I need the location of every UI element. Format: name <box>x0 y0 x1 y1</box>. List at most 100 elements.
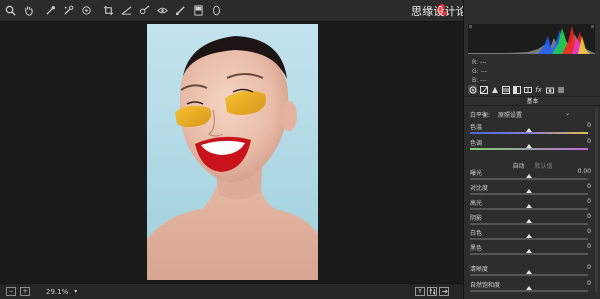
presets-tab-icon[interactable] <box>556 85 565 94</box>
red-eye-icon[interactable] <box>156 4 169 17</box>
effects-tab-icon[interactable]: fx <box>534 85 543 94</box>
slider-vibrance[interactable]: 自然饱和度 0 <box>470 280 595 296</box>
slider-tint[interactable]: 色调 0 <box>470 138 595 154</box>
slider-thumb[interactable] <box>526 189 532 193</box>
view-buttons: Y <box>413 287 449 296</box>
slider-label: 对比度 <box>470 185 489 192</box>
adjustment-panel: R: --- G: --- B: --- fx 基本 白平衡: 原照设置 ⌄ 色… <box>463 0 600 299</box>
portrait-image <box>147 24 318 280</box>
slider-temperature[interactable]: 色温 0 <box>470 122 595 138</box>
slider-thumb[interactable] <box>526 249 532 253</box>
tone-curve-tab-icon[interactable] <box>479 85 488 94</box>
slider-label: 阴影 <box>470 215 483 222</box>
slider-thumb[interactable] <box>526 219 532 223</box>
slider-value[interactable]: 0 <box>587 183 591 190</box>
slider-thumb[interactable] <box>526 270 532 274</box>
panel-tabs: fx <box>464 84 600 95</box>
graduated-filter-icon[interactable] <box>192 4 205 17</box>
slider-label: 自然饱和度 <box>470 282 501 289</box>
slider-value[interactable]: 0 <box>587 138 591 145</box>
slider-whites[interactable]: 白色 0 <box>470 228 595 244</box>
lens-corrections-tab-icon[interactable] <box>523 85 532 94</box>
camera-calibration-tab-icon[interactable] <box>545 85 554 94</box>
color-sampler-icon[interactable] <box>62 4 75 17</box>
slider-value[interactable]: 0 <box>587 243 591 250</box>
slider-track[interactable] <box>470 253 588 255</box>
slider-thumb[interactable] <box>526 174 532 178</box>
slider-clarity[interactable]: 清晰度 0 <box>470 264 595 280</box>
slider-highlights[interactable]: 高光 0 <box>470 198 595 214</box>
slider-track[interactable] <box>470 208 588 210</box>
straighten-icon[interactable] <box>120 4 133 17</box>
slider-label: 黑色 <box>470 245 483 252</box>
white-balance-label: 白平衡: <box>470 112 491 119</box>
copy-settings-button[interactable] <box>439 287 449 296</box>
slider-track[interactable] <box>470 274 588 276</box>
slider-track[interactable] <box>470 148 588 150</box>
crop-icon[interactable] <box>102 4 115 17</box>
hand-icon[interactable] <box>22 4 35 17</box>
basic-tab-icon[interactable] <box>468 85 477 94</box>
image-canvas[interactable] <box>0 22 463 283</box>
detail-tab-icon[interactable] <box>490 85 499 94</box>
slider-value[interactable]: 0 <box>587 198 591 205</box>
slider-track[interactable] <box>470 223 588 225</box>
slider-value[interactable]: 0 <box>587 264 591 271</box>
white-balance-icon[interactable] <box>44 4 57 17</box>
slider-label: 色调 <box>470 140 483 147</box>
slider-label: 高光 <box>470 200 483 207</box>
highlight-clip-icon[interactable] <box>591 25 594 28</box>
slider-track[interactable] <box>470 178 588 180</box>
hsl-tab-icon[interactable] <box>501 85 510 94</box>
white-balance-value: 原照设置 <box>498 112 523 119</box>
g-value: G: --- <box>472 68 488 75</box>
slider-track[interactable] <box>470 193 588 195</box>
chevron-down-icon: ⌄ <box>565 110 571 117</box>
chevron-down-icon[interactable]: ▾ <box>74 288 77 295</box>
slider-value[interactable]: 0 <box>587 122 591 129</box>
spot-removal-icon[interactable] <box>138 4 151 17</box>
slider-contrast[interactable]: 对比度 0 <box>470 183 595 199</box>
slider-track[interactable] <box>470 132 588 134</box>
slider-value[interactable]: 0 <box>587 213 591 220</box>
slider-thumb[interactable] <box>526 128 532 132</box>
slider-blacks[interactable]: 黑色 0 <box>470 243 595 259</box>
zoom-level[interactable]: 29.1% <box>46 288 68 296</box>
before-after-y-button[interactable]: Y <box>415 287 425 296</box>
status-bar: − + 29.1% ▾ Y <box>0 283 463 299</box>
section-title-basic: 基本 <box>464 96 600 106</box>
slider-label: 白色 <box>470 230 483 237</box>
camera-raw-window: 思缘设计论坛 www.missyuan.com <box>0 0 600 299</box>
default-button[interactable]: 默认值 <box>534 163 552 170</box>
auto-button[interactable]: 自动 <box>513 163 525 170</box>
r-value: R: --- <box>472 59 487 66</box>
split-toning-tab-icon[interactable] <box>512 85 521 94</box>
adjustment-brush-icon[interactable] <box>174 4 187 17</box>
slider-track[interactable] <box>470 238 588 240</box>
histogram <box>468 24 595 54</box>
shadow-clip-icon[interactable] <box>469 25 472 28</box>
rgb-readout: R: --- G: --- B: --- <box>472 58 487 85</box>
slider-track[interactable] <box>470 290 588 292</box>
slider-thumb[interactable] <box>526 204 532 208</box>
zoom-out-button[interactable]: − <box>6 287 16 296</box>
target-adjust-icon[interactable] <box>80 4 93 17</box>
auto-default-row: 自动 默认值 <box>464 161 600 170</box>
white-balance-select[interactable]: 原照设置 ⌄ <box>498 110 570 119</box>
slider-label: 清晰度 <box>470 266 489 273</box>
slider-value[interactable]: 0 <box>587 280 591 287</box>
panel-scrollbar[interactable] <box>595 108 598 293</box>
slider-shadows[interactable]: 阴影 0 <box>470 213 595 229</box>
swap-settings-button[interactable] <box>427 287 437 296</box>
white-balance-row: 白平衡: 原照设置 ⌄ <box>470 110 597 119</box>
slider-label: 色温 <box>470 124 483 131</box>
preview-photo <box>147 24 318 280</box>
slider-value[interactable]: 0 <box>587 228 591 235</box>
zoom-icon[interactable] <box>4 4 17 17</box>
slider-thumb[interactable] <box>526 286 532 290</box>
slider-thumb[interactable] <box>526 234 532 238</box>
slider-exposure[interactable]: 曝光 0.00 <box>470 168 595 184</box>
zoom-in-button[interactable]: + <box>20 287 30 296</box>
radial-filter-icon[interactable] <box>210 4 223 17</box>
slider-thumb[interactable] <box>526 144 532 148</box>
